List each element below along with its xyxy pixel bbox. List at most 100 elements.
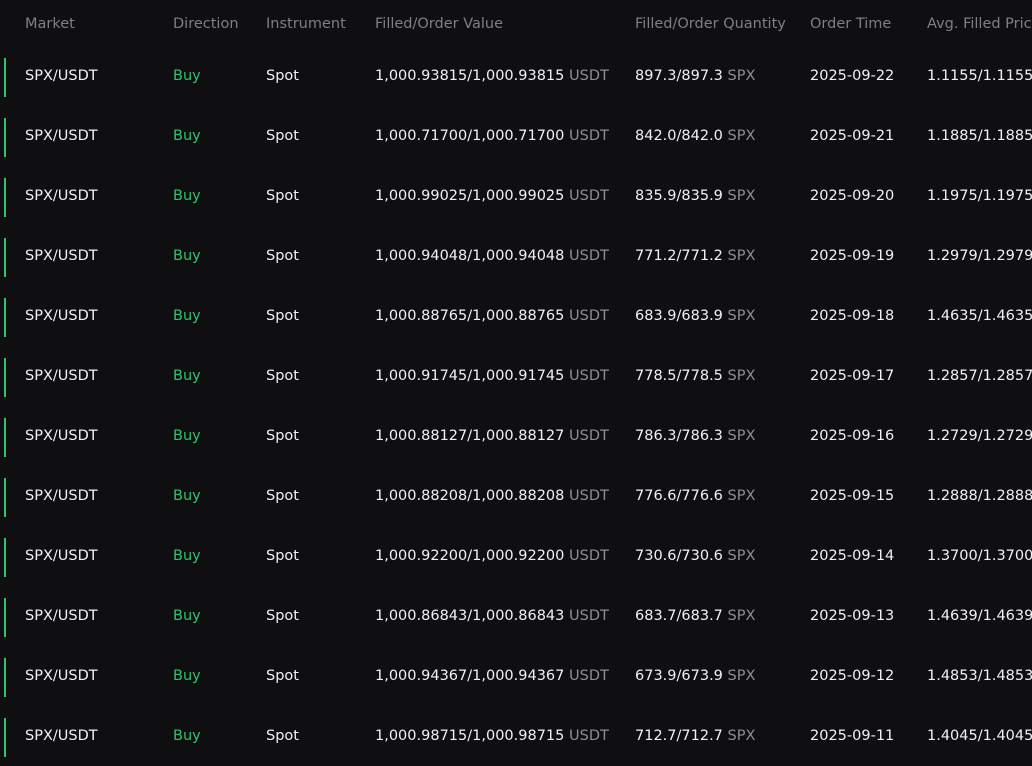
avg-price-cell: 1.4639/1.4639 bbox=[927, 608, 1032, 624]
instrument-cell: Spot bbox=[266, 308, 299, 324]
row-indicator bbox=[4, 538, 6, 577]
quantity-cell: 712.7/712.7 SPX bbox=[635, 728, 755, 744]
column-header-value[interactable]: Filled/Order Value bbox=[375, 16, 503, 32]
row-indicator bbox=[4, 178, 6, 217]
quantity-unit: SPX bbox=[727, 248, 756, 264]
table-row[interactable]: SPX/USDT Buy Spot 1,000.86843/1,000.8684… bbox=[0, 588, 1032, 648]
quantity-unit: SPX bbox=[727, 128, 756, 144]
column-header-market[interactable]: Market bbox=[25, 16, 75, 32]
avg-price-cell: 1.2888/1.2888 bbox=[927, 488, 1032, 504]
direction-cell: Buy bbox=[173, 68, 201, 84]
market-cell: SPX/USDT bbox=[25, 548, 98, 564]
value-amount: 1,000.94048/1,000.94048 bbox=[375, 248, 565, 264]
quantity-cell: 778.5/778.5 SPX bbox=[635, 368, 755, 384]
market-cell: SPX/USDT bbox=[25, 488, 98, 504]
value-amount: 1,000.88208/1,000.88208 bbox=[375, 488, 565, 504]
order-time-cell: 2025-09-22 bbox=[810, 68, 895, 84]
column-header-instrument[interactable]: Instrument bbox=[266, 16, 346, 32]
value-amount: 1,000.86843/1,000.86843 bbox=[375, 608, 565, 624]
table-row[interactable]: SPX/USDT Buy Spot 1,000.94048/1,000.9404… bbox=[0, 228, 1032, 288]
instrument-cell: Spot bbox=[266, 128, 299, 144]
column-header-direction[interactable]: Direction bbox=[173, 16, 239, 32]
quantity-amount: 897.3/897.3 bbox=[635, 68, 723, 84]
order-time-cell: 2025-09-21 bbox=[810, 128, 895, 144]
table-row[interactable]: SPX/USDT Buy Spot 1,000.71700/1,000.7170… bbox=[0, 108, 1032, 168]
direction-cell: Buy bbox=[173, 428, 201, 444]
table-row[interactable]: SPX/USDT Buy Spot 1,000.88127/1,000.8812… bbox=[0, 408, 1032, 468]
market-cell: SPX/USDT bbox=[25, 128, 98, 144]
avg-price-cell: 1.1155/1.1155 bbox=[927, 68, 1032, 84]
table-row[interactable]: SPX/USDT Buy Spot 1,000.92200/1,000.9220… bbox=[0, 528, 1032, 588]
quantity-amount: 776.6/776.6 bbox=[635, 488, 723, 504]
direction-cell: Buy bbox=[173, 248, 201, 264]
row-indicator bbox=[4, 358, 6, 397]
row-indicator bbox=[4, 718, 6, 757]
value-amount: 1,000.71700/1,000.71700 bbox=[375, 128, 565, 144]
instrument-cell: Spot bbox=[266, 68, 299, 84]
avg-price-cell: 1.2979/1.2979 bbox=[927, 248, 1032, 264]
order-time-cell: 2025-09-14 bbox=[810, 548, 895, 564]
row-indicator bbox=[4, 238, 6, 277]
value-cell: 1,000.86843/1,000.86843 USDT bbox=[375, 608, 609, 624]
instrument-cell: Spot bbox=[266, 488, 299, 504]
direction-cell: Buy bbox=[173, 368, 201, 384]
table-row[interactable]: SPX/USDT Buy Spot 1,000.99025/1,000.9902… bbox=[0, 168, 1032, 228]
quantity-cell: 771.2/771.2 SPX bbox=[635, 248, 755, 264]
order-time-cell: 2025-09-17 bbox=[810, 368, 895, 384]
value-unit: USDT bbox=[569, 488, 609, 504]
row-indicator bbox=[4, 418, 6, 457]
instrument-cell: Spot bbox=[266, 248, 299, 264]
table-row[interactable]: SPX/USDT Buy Spot 1,000.88765/1,000.8876… bbox=[0, 288, 1032, 348]
value-unit: USDT bbox=[569, 368, 609, 384]
instrument-cell: Spot bbox=[266, 668, 299, 684]
row-indicator bbox=[4, 598, 6, 637]
quantity-amount: 835.9/835.9 bbox=[635, 188, 723, 204]
row-indicator bbox=[4, 478, 6, 517]
quantity-unit: SPX bbox=[727, 368, 756, 384]
quantity-unit: SPX bbox=[727, 188, 756, 204]
order-time-cell: 2025-09-12 bbox=[810, 668, 895, 684]
order-history-table: Market Direction Instrument Filled/Order… bbox=[0, 0, 1032, 766]
quantity-amount: 730.6/730.6 bbox=[635, 548, 723, 564]
value-cell: 1,000.88127/1,000.88127 USDT bbox=[375, 428, 609, 444]
market-cell: SPX/USDT bbox=[25, 308, 98, 324]
table-header: Market Direction Instrument Filled/Order… bbox=[0, 0, 1032, 50]
value-cell: 1,000.91745/1,000.91745 USDT bbox=[375, 368, 609, 384]
table-row[interactable]: SPX/USDT Buy Spot 1,000.94367/1,000.9436… bbox=[0, 648, 1032, 708]
value-cell: 1,000.92200/1,000.92200 USDT bbox=[375, 548, 609, 564]
avg-price-cell: 1.4635/1.4635 bbox=[927, 308, 1032, 324]
order-time-cell: 2025-09-18 bbox=[810, 308, 895, 324]
instrument-cell: Spot bbox=[266, 428, 299, 444]
quantity-amount: 842.0/842.0 bbox=[635, 128, 723, 144]
value-amount: 1,000.98715/1,000.98715 bbox=[375, 728, 565, 744]
quantity-amount: 771.2/771.2 bbox=[635, 248, 723, 264]
market-cell: SPX/USDT bbox=[25, 728, 98, 744]
row-indicator bbox=[4, 58, 6, 97]
quantity-unit: SPX bbox=[727, 668, 756, 684]
value-unit: USDT bbox=[569, 308, 609, 324]
value-unit: USDT bbox=[569, 608, 609, 624]
order-time-cell: 2025-09-16 bbox=[810, 428, 895, 444]
quantity-cell: 835.9/835.9 SPX bbox=[635, 188, 755, 204]
quantity-cell: 683.7/683.7 SPX bbox=[635, 608, 755, 624]
column-header-avg-price[interactable]: Avg. Filled Price bbox=[927, 16, 1032, 32]
direction-cell: Buy bbox=[173, 548, 201, 564]
instrument-cell: Spot bbox=[266, 548, 299, 564]
value-unit: USDT bbox=[569, 248, 609, 264]
value-cell: 1,000.93815/1,000.93815 USDT bbox=[375, 68, 609, 84]
market-cell: SPX/USDT bbox=[25, 68, 98, 84]
row-indicator bbox=[4, 118, 6, 157]
value-cell: 1,000.88765/1,000.88765 USDT bbox=[375, 308, 609, 324]
table-row[interactable]: SPX/USDT Buy Spot 1,000.93815/1,000.9381… bbox=[0, 48, 1032, 108]
market-cell: SPX/USDT bbox=[25, 248, 98, 264]
column-header-order-time[interactable]: Order Time bbox=[810, 16, 891, 32]
column-header-quantity[interactable]: Filled/Order Quantity bbox=[635, 16, 786, 32]
table-row[interactable]: SPX/USDT Buy Spot 1,000.98715/1,000.9871… bbox=[0, 708, 1032, 766]
quantity-amount: 683.9/683.9 bbox=[635, 308, 723, 324]
value-cell: 1,000.94367/1,000.94367 USDT bbox=[375, 668, 609, 684]
value-unit: USDT bbox=[569, 728, 609, 744]
table-row[interactable]: SPX/USDT Buy Spot 1,000.88208/1,000.8820… bbox=[0, 468, 1032, 528]
table-row[interactable]: SPX/USDT Buy Spot 1,000.91745/1,000.9174… bbox=[0, 348, 1032, 408]
avg-price-cell: 1.4045/1.4045 bbox=[927, 728, 1032, 744]
quantity-cell: 683.9/683.9 SPX bbox=[635, 308, 755, 324]
